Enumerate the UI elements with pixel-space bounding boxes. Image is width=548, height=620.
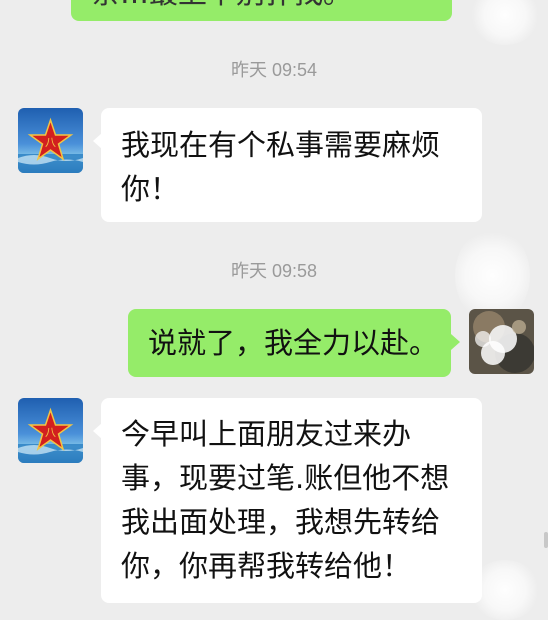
contact-avatar[interactable]: 八 <box>18 398 83 463</box>
blur-smudge <box>470 560 540 620</box>
message-text: 亲…最上下别扑找。 <box>91 0 352 10</box>
blurred-photo-icon <box>469 309 534 374</box>
blur-smudge <box>470 0 540 45</box>
message-text: 我现在有个私事需要麻烦你！ <box>121 128 441 206</box>
contact-avatar[interactable]: 八 <box>18 108 83 173</box>
red-star-emblem-icon: 八 <box>18 108 83 173</box>
self-avatar[interactable] <box>469 309 534 374</box>
message-bubble-outgoing[interactable]: 说就了，我全力以赴。 <box>128 309 451 377</box>
message-text: 今早叫上面朋友过来办事，现要过笔.账但他不想我出面处理，我想先转给你，你再帮我转… <box>121 417 450 583</box>
message-text: 说就了，我全力以赴。 <box>148 326 439 360</box>
red-star-emblem-icon: 八 <box>18 398 83 463</box>
bubble-tail <box>451 334 460 350</box>
timestamp: 昨天 09:54 <box>230 60 318 80</box>
scrollbar[interactable] <box>544 532 548 548</box>
svg-text:八: 八 <box>45 136 56 149</box>
message-bubble-outgoing-partial[interactable]: 亲…最上下别扑找。 <box>71 0 452 21</box>
svg-text:八: 八 <box>45 426 56 439</box>
message-bubble-incoming[interactable]: 我现在有个私事需要麻烦你！ <box>101 108 482 222</box>
message-bubble-incoming[interactable]: 今早叫上面朋友过来办事，现要过笔.账但他不想我出面处理，我想先转给你，你再帮我转… <box>101 398 482 603</box>
